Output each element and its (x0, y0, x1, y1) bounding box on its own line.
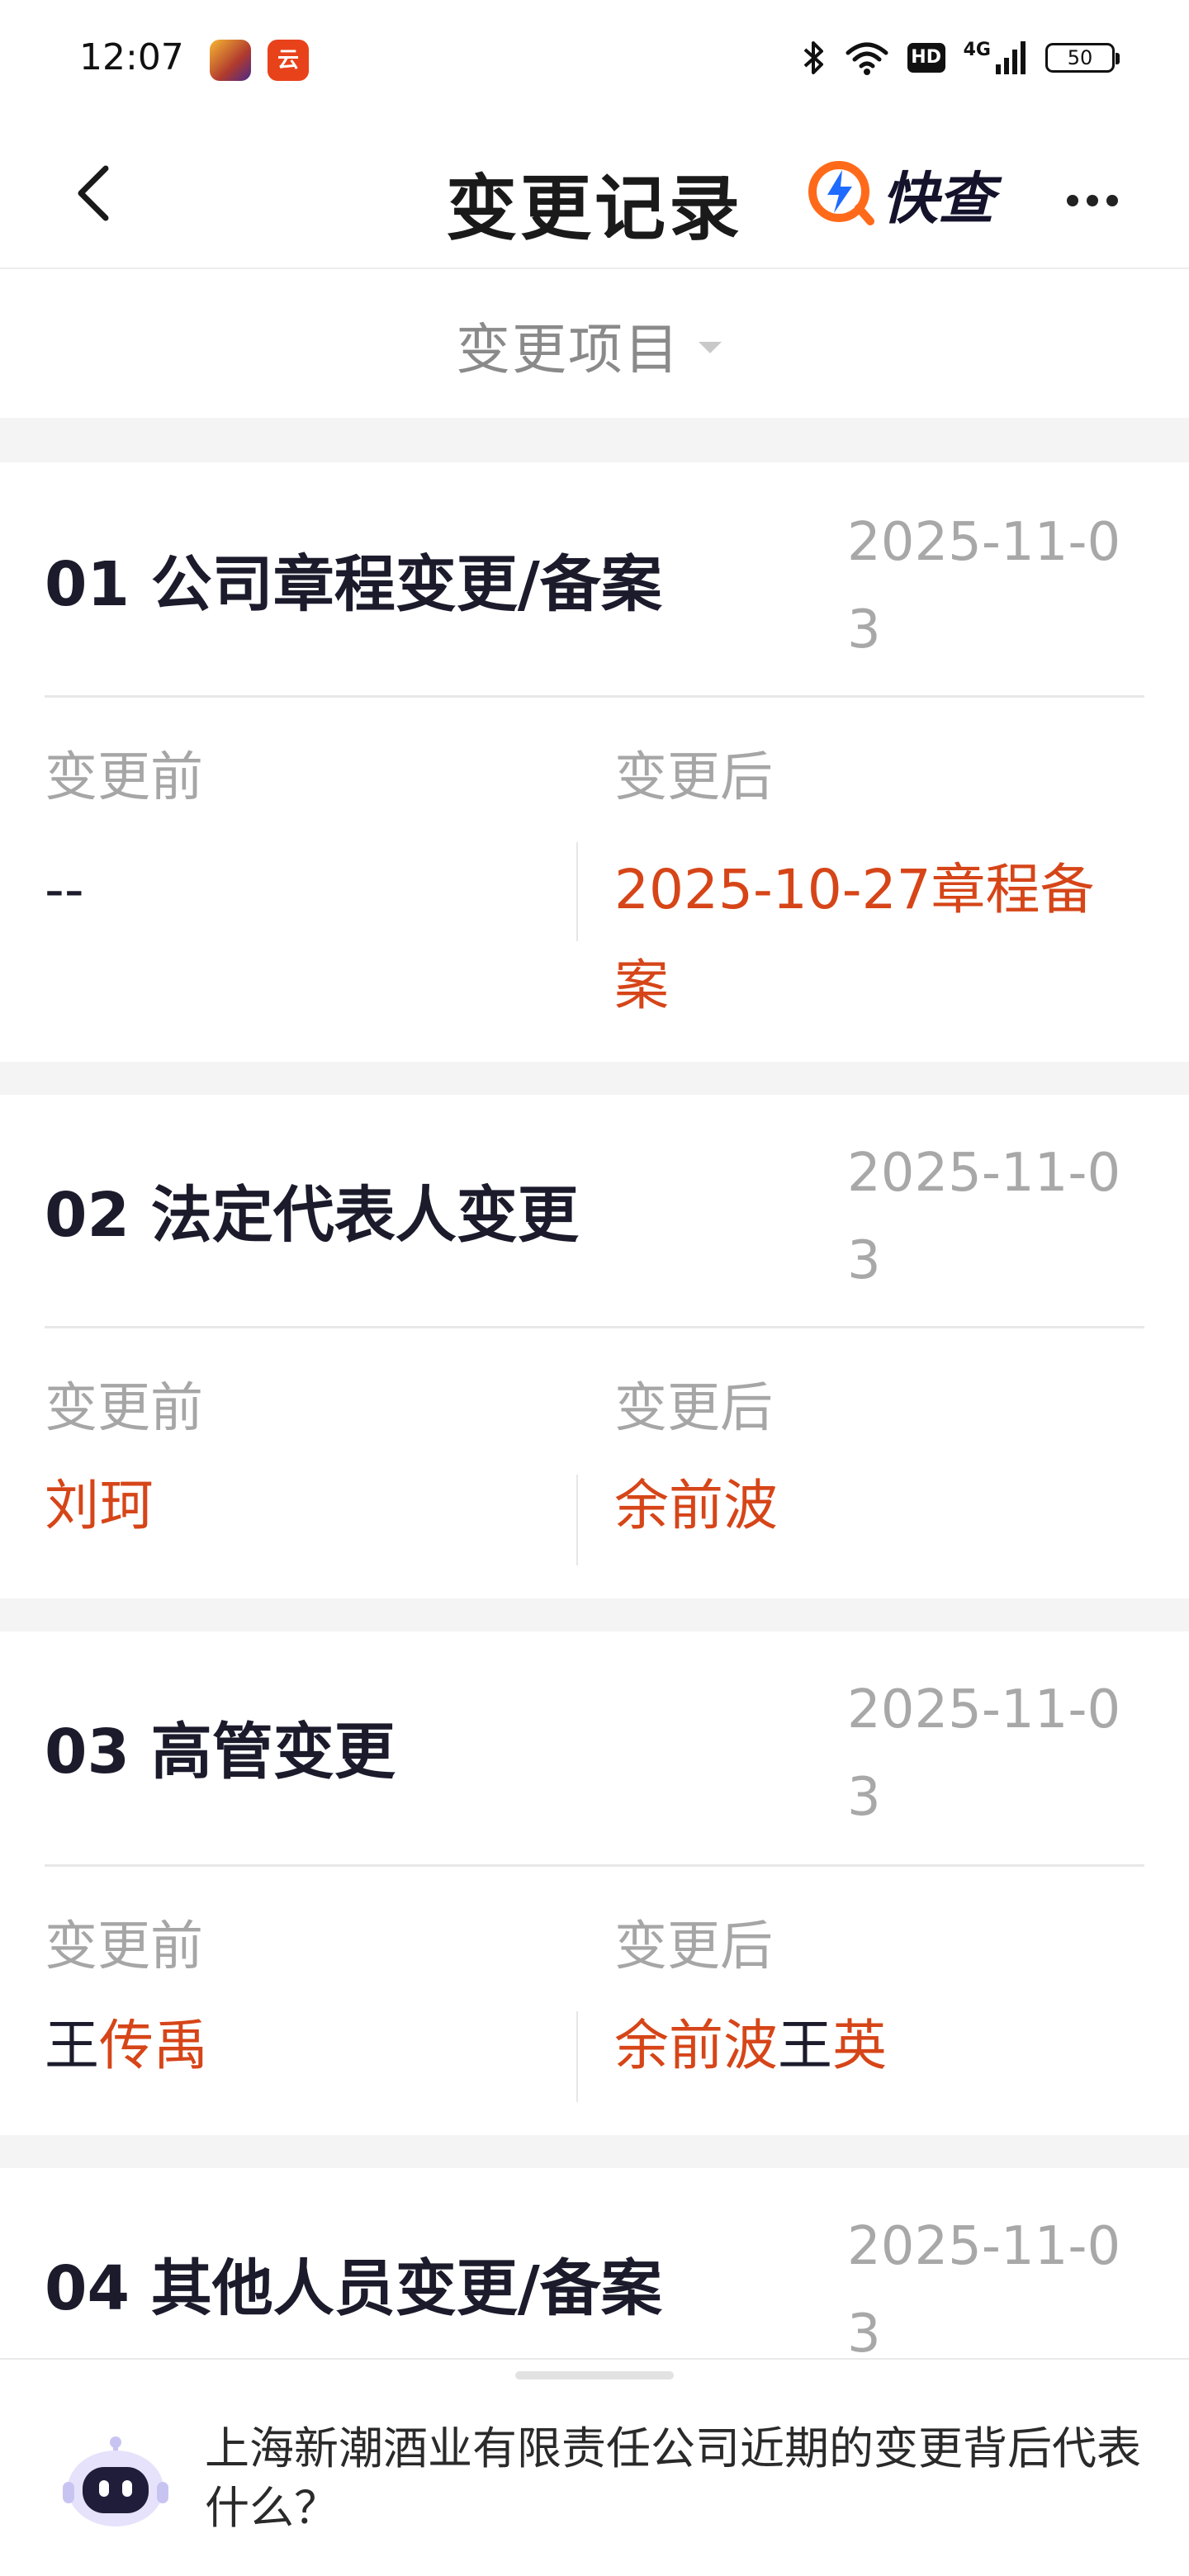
value-text: 英 (832, 2014, 887, 2077)
value-text: 刘珂 (45, 1474, 154, 1537)
nav-bar: 变更记录 快查 (0, 119, 1189, 269)
status-bar: 12:07 云 HD 4G 50 (0, 0, 1189, 119)
brand-logo[interactable]: 快查 (806, 160, 994, 232)
before-label: 变更前 (45, 1916, 203, 1977)
before-label: 变更前 (45, 1378, 203, 1439)
record-title: 04 其他人员变更/备案 (45, 2253, 662, 2324)
signal-icon: 4G (964, 41, 1027, 74)
brand-name: 快查 (882, 166, 995, 232)
robot-assistant-icon (63, 2436, 168, 2526)
lightning-logo-icon (808, 161, 874, 225)
before-value: 王传禹 (45, 1998, 540, 2094)
divider (45, 1864, 1144, 1867)
status-icons: HD 4G 50 (802, 36, 1120, 79)
filter-bar: 变更项目 (0, 269, 1189, 418)
status-time: 12:07 (79, 36, 184, 78)
caret-down-icon (699, 342, 722, 353)
page-title: 变更记录 (446, 168, 743, 250)
value-text: 2025-10-27章程备案 (614, 858, 1095, 1017)
hd-icon: HD (907, 43, 945, 73)
change-record-card[interactable]: 02 法定代表人变更 2025-11-03 变更前 变更后 刘珂 余前波 (0, 1095, 1189, 1598)
ai-question-text: 上海新潮酒业有限责任公司近期的变更背后代表什么？ (205, 2422, 1141, 2534)
more-dot-icon (1087, 195, 1098, 206)
column-divider (576, 842, 578, 941)
change-record-card[interactable]: 01 公司章程变更/备案 2025-11-03 变更前 变更后 -- 2025-… (0, 462, 1189, 1062)
value-text: 传禹 (99, 2014, 208, 2077)
before-label: 变更前 (45, 747, 203, 808)
more-dot-icon (1106, 195, 1118, 206)
after-value: 余前波 (614, 1458, 1110, 1554)
drag-handle[interactable] (515, 2371, 674, 2379)
record-date: 2025-11-03 (847, 1679, 1121, 1828)
column-divider (576, 1475, 578, 1565)
network-type: 4G (963, 40, 991, 60)
game-app-icon (210, 40, 251, 81)
change-record-card[interactable]: 03 高管变更 2025-11-03 变更前 变更后 王传禹 余前波王英 (0, 1631, 1189, 2135)
record-title: 03 高管变更 (45, 1717, 396, 1788)
back-button[interactable] (64, 160, 130, 226)
wifi-icon (846, 42, 888, 75)
record-title: 02 法定代表人变更 (45, 1180, 579, 1251)
value-text: -- (45, 858, 84, 921)
value-text: 余前波 (614, 1474, 778, 1537)
record-date: 2025-11-03 (847, 512, 1121, 661)
value-text: 王 (778, 2014, 832, 2077)
more-dot-icon (1067, 195, 1078, 206)
filter-label: 变更项目 (456, 318, 680, 381)
after-label: 变更后 (614, 747, 773, 808)
after-value: 2025-10-27章程备案 (614, 842, 1118, 1034)
divider (45, 695, 1144, 698)
after-label: 变更后 (614, 1916, 773, 1977)
value-text: 余前波 (614, 2014, 778, 2077)
more-options-button[interactable] (1067, 195, 1118, 206)
red-app-icon: 云 (268, 40, 309, 81)
divider (45, 1326, 1144, 1328)
record-date: 2025-11-03 (847, 1143, 1121, 1291)
battery-icon: 50 (1045, 43, 1120, 73)
ai-assistant-bar[interactable]: 上海新潮酒业有限责任公司近期的变更背后代表什么？ (0, 2358, 1189, 2576)
after-value: 余前波王英 (614, 1998, 1110, 2094)
record-date: 2025-11-03 (847, 2216, 1121, 2365)
change-item-filter[interactable]: 变更项目 (456, 305, 722, 385)
record-title: 01 公司章程变更/备案 (45, 549, 662, 620)
before-value: 刘珂 (45, 1458, 540, 1554)
battery-level: 50 (1067, 46, 1093, 69)
column-divider (576, 2011, 578, 2102)
after-label: 变更后 (614, 1378, 773, 1439)
bluetooth-icon (803, 41, 823, 74)
chevron-left-icon (78, 165, 109, 221)
before-value: -- (45, 842, 540, 938)
value-text: 王 (45, 2014, 99, 2077)
